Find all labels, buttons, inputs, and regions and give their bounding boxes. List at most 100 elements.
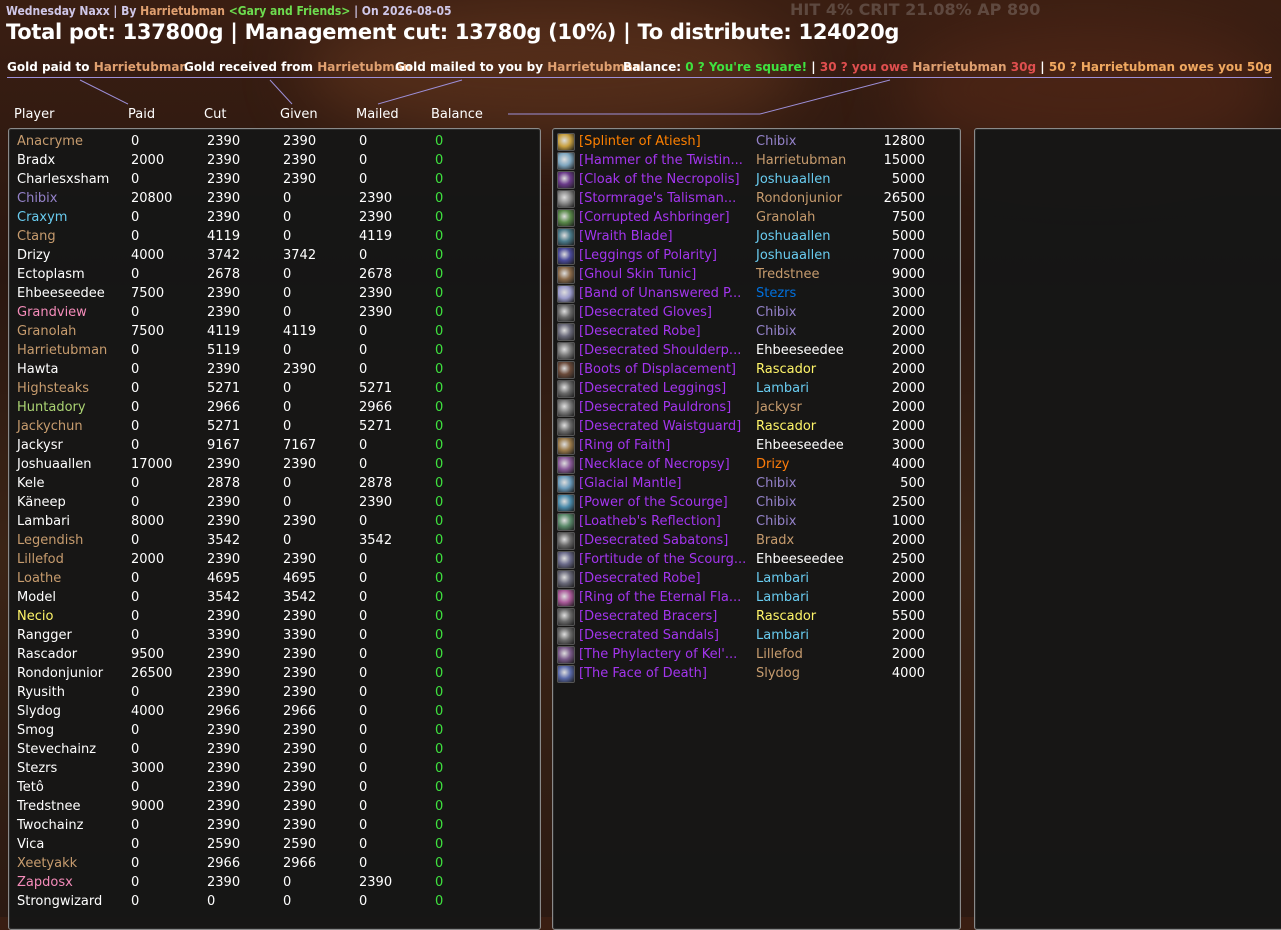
item-link[interactable]: [Boots of Displacement] (579, 362, 736, 377)
player-row[interactable]: Drizy 4000 3742 3742 0 0 (9, 246, 534, 265)
player-row[interactable]: Huntadory 0 2966 0 2966 0 (9, 398, 534, 417)
player-row[interactable]: Loathe 0 4695 4695 0 0 (9, 569, 534, 588)
loot-row[interactable]: [Ghoul Skin Tunic] Tredstnee 9000 (553, 265, 953, 284)
loot-row[interactable]: [Hammer of the Twistin... Harrietubman 150… (553, 151, 953, 170)
col-header-balance[interactable]: Balance (431, 107, 483, 122)
loot-row[interactable]: [Cloak of the Necropolis] Joshuaallen 5000 (553, 170, 953, 189)
item-link[interactable]: [Band of Unanswered P... (579, 286, 741, 301)
item-link[interactable]: [Leggings of Polarity] (579, 248, 717, 263)
item-link[interactable]: [Desecrated Bracers] (579, 609, 717, 624)
item-link[interactable]: [Desecrated Leggings] (579, 381, 726, 396)
item-link[interactable]: [Desecrated Gloves] (579, 305, 712, 320)
player-row[interactable]: Joshuaallen 17000 2390 2390 0 0 (9, 455, 534, 474)
item-link[interactable]: [Stormrage's Talisman... (579, 191, 736, 206)
player-row[interactable]: Käneep 0 2390 0 2390 0 (9, 493, 534, 512)
player-row[interactable]: Twochainz 0 2390 2390 0 0 (9, 816, 534, 835)
loot-row[interactable]: [Desecrated Robe] Chibix 2000 (553, 322, 953, 341)
loot-row[interactable]: [Desecrated Robe] Lambari 2000 (553, 569, 953, 588)
player-row[interactable]: Stezrs 3000 2390 2390 0 0 (9, 759, 534, 778)
loot-row[interactable]: [Loatheb's Reflection] Chibix 1000 (553, 512, 953, 531)
player-row[interactable]: Xeetyakk 0 2966 2966 0 0 (9, 854, 534, 873)
player-row[interactable]: Ectoplasm 0 2678 0 2678 0 (9, 265, 534, 284)
player-row[interactable]: Bradx 2000 2390 2390 0 0 (9, 151, 534, 170)
col-header-paid[interactable]: Paid (128, 107, 155, 122)
loot-row[interactable]: [Power of the Scourge] Chibix 2500 (553, 493, 953, 512)
loot-row[interactable]: [Desecrated Bracers] Rascador 5500 (553, 607, 953, 626)
player-row[interactable]: Jackysr 0 9167 7167 0 0 (9, 436, 534, 455)
player-row[interactable]: Zapdosx 0 2390 0 2390 0 (9, 873, 534, 892)
loot-row[interactable]: [Desecrated Pauldrons] Jackysr 2000 (553, 398, 953, 417)
loot-row[interactable]: [Desecrated Gloves] Chibix 2000 (553, 303, 953, 322)
player-row[interactable]: Ryusith 0 2390 2390 0 0 (9, 683, 534, 702)
item-link[interactable]: [Glacial Mantle] (579, 476, 681, 491)
player-row[interactable]: Smog 0 2390 2390 0 0 (9, 721, 534, 740)
player-row[interactable]: Tetô 0 2390 2390 0 0 (9, 778, 534, 797)
player-row[interactable]: Anacryme 0 2390 2390 0 0 (9, 132, 534, 151)
item-link[interactable]: [Fortitude of the Scourg... (579, 552, 746, 567)
player-row[interactable]: Ctang 0 4119 0 4119 0 (9, 227, 534, 246)
player-row[interactable]: Kele 0 2878 0 2878 0 (9, 474, 534, 493)
item-link[interactable]: [Desecrated Sabatons] (579, 533, 728, 548)
loot-row[interactable]: [Band of Unanswered P... Stezrs 3000 (553, 284, 953, 303)
player-row[interactable]: Rangger 0 3390 3390 0 0 (9, 626, 534, 645)
player-row[interactable]: Vica 0 2590 2590 0 0 (9, 835, 534, 854)
loot-row[interactable]: [Desecrated Shoulderp... Ehbeeseedee 2000 (553, 341, 953, 360)
item-link[interactable]: [Necklace of Necropsy] (579, 457, 730, 472)
item-link[interactable]: [Hammer of the Twistin... (579, 153, 743, 168)
player-row[interactable]: Highsteaks 0 5271 0 5271 0 (9, 379, 534, 398)
item-link[interactable]: [Loatheb's Reflection] (579, 514, 721, 529)
player-row[interactable]: Jackychun 0 5271 0 5271 0 (9, 417, 534, 436)
loot-row[interactable]: [Corrupted Ashbringer] Granolah 7500 (553, 208, 953, 227)
player-row[interactable]: Ehbeeseedee 7500 2390 0 2390 0 (9, 284, 534, 303)
player-row[interactable]: Harrietubman 0 5119 0 0 0 (9, 341, 534, 360)
player-row[interactable]: Legendish 0 3542 0 3542 0 (9, 531, 534, 550)
loot-row[interactable]: [Splinter of Atiesh] Chibix 12800 (553, 132, 953, 151)
item-link[interactable]: [Ring of Faith] (579, 438, 670, 453)
player-row[interactable]: Lillefod 2000 2390 2390 0 0 (9, 550, 534, 569)
loot-row[interactable]: [Fortitude of the Scourg... Ehbeeseedee 25… (553, 550, 953, 569)
item-link[interactable]: [Cloak of the Necropolis] (579, 172, 740, 187)
item-link[interactable]: [Desecrated Pauldrons] (579, 400, 731, 415)
loot-row[interactable]: [Leggings of Polarity] Joshuaallen 7000 (553, 246, 953, 265)
loot-row[interactable]: [Desecrated Waistguard] Rascador 2000 (553, 417, 953, 436)
loot-row[interactable]: [The Face of Death] Slydog 4000 (553, 664, 953, 683)
player-row[interactable]: Lambari 8000 2390 2390 0 0 (9, 512, 534, 531)
loot-row[interactable]: [Stormrage's Talisman... Rondonjunior 2650… (553, 189, 953, 208)
player-row[interactable]: Craxym 0 2390 0 2390 0 (9, 208, 534, 227)
player-row[interactable]: Strongwizard 0 0 0 0 0 (9, 892, 534, 911)
loot-row[interactable]: [Boots of Displacement] Rascador 2000 (553, 360, 953, 379)
loot-row[interactable]: [Glacial Mantle] Chibix 500 (553, 474, 953, 493)
loot-row[interactable]: [Desecrated Sandals] Lambari 2000 (553, 626, 953, 645)
loot-row[interactable]: [Necklace of Necropsy] Drizy 4000 (553, 455, 953, 474)
loot-row[interactable]: [The Phylactery of Kel'... Lillefod 2000 (553, 645, 953, 664)
player-row[interactable]: Model 0 3542 3542 0 0 (9, 588, 534, 607)
item-link[interactable]: [Ghoul Skin Tunic] (579, 267, 696, 282)
player-row[interactable]: Stevechainz 0 2390 2390 0 0 (9, 740, 534, 759)
loot-row[interactable]: [Wraith Blade] Joshuaallen 5000 (553, 227, 953, 246)
player-row[interactable]: Grandview 0 2390 0 2390 0 (9, 303, 534, 322)
player-row[interactable]: Rondonjunior 26500 2390 2390 0 0 (9, 664, 534, 683)
item-link[interactable]: [Desecrated Sandals] (579, 628, 719, 643)
item-link[interactable]: [Desecrated Waistguard] (579, 419, 741, 434)
player-row[interactable]: Charlesxsham 0 2390 2390 0 0 (9, 170, 534, 189)
item-link[interactable]: [Wraith Blade] (579, 229, 673, 244)
item-link[interactable]: [Corrupted Ashbringer] (579, 210, 730, 225)
player-row[interactable]: Rascador 9500 2390 2390 0 0 (9, 645, 534, 664)
item-link[interactable]: [Desecrated Shoulderp... (579, 343, 741, 358)
item-link[interactable]: [Ring of the Eternal Fla... (579, 590, 741, 605)
item-link[interactable]: [The Phylactery of Kel'... (579, 647, 737, 662)
player-row[interactable]: Hawta 0 2390 2390 0 0 (9, 360, 534, 379)
item-link[interactable]: [The Face of Death] (579, 666, 707, 681)
item-link[interactable]: [Power of the Scourge] (579, 495, 728, 510)
col-header-player[interactable]: Player (14, 107, 54, 122)
loot-row[interactable]: [Ring of the Eternal Fla... Lambari 2000 (553, 588, 953, 607)
player-row[interactable]: Granolah 7500 4119 4119 0 0 (9, 322, 534, 341)
item-link[interactable]: [Desecrated Robe] (579, 324, 701, 339)
loot-row[interactable]: [Desecrated Leggings] Lambari 2000 (553, 379, 953, 398)
loot-row[interactable]: [Ring of Faith] Ehbeeseedee 3000 (553, 436, 953, 455)
item-link[interactable]: [Splinter of Atiesh] (579, 134, 701, 149)
loot-row[interactable]: [Desecrated Sabatons] Bradx 2000 (553, 531, 953, 550)
player-row[interactable]: Slydog 4000 2966 2966 0 0 (9, 702, 534, 721)
player-row[interactable]: Necio 0 2390 2390 0 0 (9, 607, 534, 626)
player-row[interactable]: Chibix 20800 2390 0 2390 0 (9, 189, 534, 208)
